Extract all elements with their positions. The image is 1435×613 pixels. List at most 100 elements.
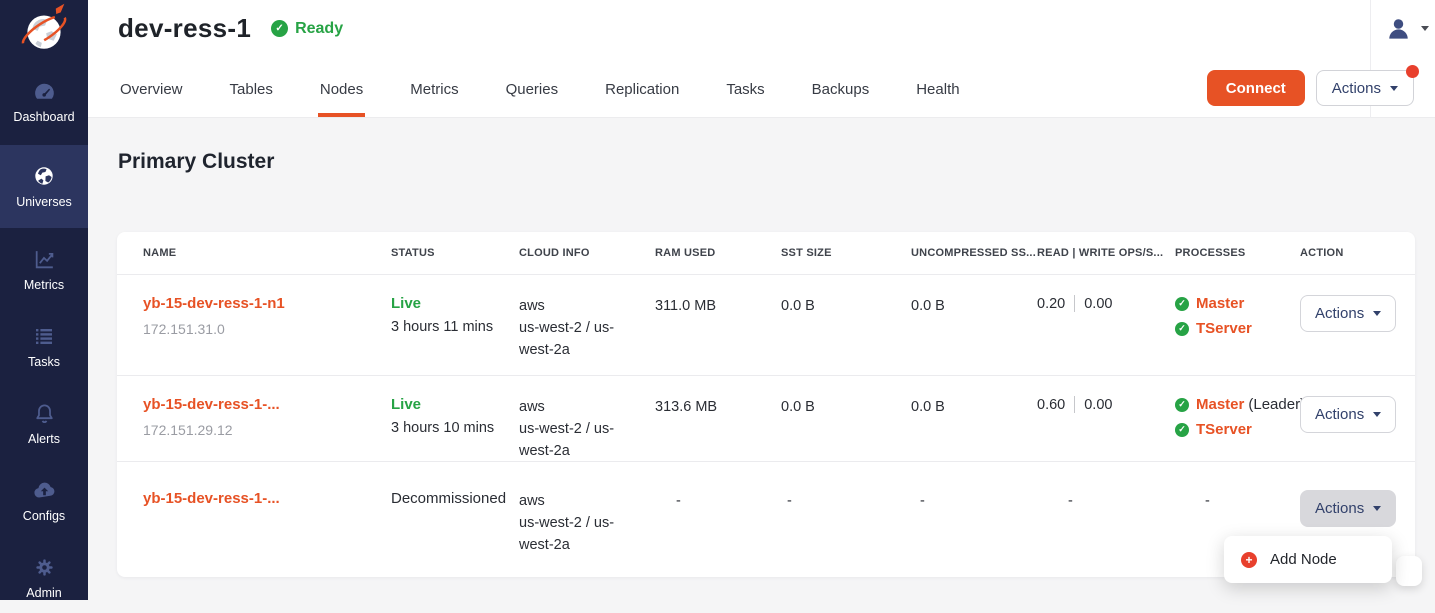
table-row: yb-15-dev-ress-1-n1 172.151.31.0 Live 3 … [117,274,1415,375]
sidebar-item-alerts[interactable]: Alerts [0,388,88,459]
tab-tasks[interactable]: Tasks [724,71,766,117]
column-header-status: STATUS [391,247,519,259]
node-ip: 172.151.29.12 [143,422,391,438]
node-uptime: 3 hours 10 mins [391,420,519,436]
plus-circle-icon [1241,552,1257,568]
check-circle-icon [271,20,288,37]
cloud-provider: aws [519,490,625,512]
column-header-ram-used: RAM USED [655,247,781,259]
uncompressed-value: 0.0 B [911,295,1037,317]
cloud-region: us-west-2 / us-west-2a [519,418,625,462]
tab-overview[interactable]: Overview [118,71,185,117]
sidebar-item-admin[interactable]: Admin [0,542,88,613]
cloud-region: us-west-2 / us-west-2a [519,317,625,361]
process-tserver-link[interactable]: TServer [1196,320,1252,337]
tab-nodes[interactable]: Nodes [318,71,365,117]
read-ops-value: 0.20 [1037,296,1065,312]
value-divider [1074,295,1075,312]
process-tserver-link[interactable]: TServer [1196,421,1252,438]
uncompressed-value: - [911,490,1037,512]
process-leader-suffix: (Leader) [1248,396,1305,413]
node-actions-label: Actions [1315,406,1364,423]
tab-health[interactable]: Health [914,71,961,117]
column-header-read-write: READ | WRITE OPS/S... [1037,247,1175,259]
cloud-provider: aws [519,295,625,317]
node-actions-label: Actions [1315,500,1364,517]
node-actions-label: Actions [1315,305,1364,322]
node-status: Decommissioned [391,490,519,507]
tab-metrics[interactable]: Metrics [408,71,460,117]
menu-item-add-node[interactable]: Add Node [1224,544,1392,575]
node-name-link[interactable]: yb-15-dev-ress-1-... [143,490,391,507]
user-menu[interactable] [1385,15,1429,42]
node-actions-button[interactable]: Actions [1300,396,1396,433]
page-title: dev-ress-1 [118,13,251,44]
sidebar-item-label: Tasks [28,355,60,369]
node-uptime: 3 hours 11 mins [391,319,519,335]
processes-cell: - [1175,490,1300,512]
read-write-ops: 0.20 0.00 [1037,295,1175,312]
sidebar-item-configs[interactable]: Configs [0,465,88,536]
check-circle-icon [1175,398,1189,412]
globe-icon [32,164,56,188]
menu-item-label: Add Node [1270,551,1337,568]
processes-cell: Master TServer [1175,295,1300,345]
check-circle-icon [1175,322,1189,336]
write-ops-value: 0.00 [1084,397,1112,413]
read-write-ops: - [1037,490,1175,512]
sidebar: Dashboard Universes Metrics [0,0,88,600]
node-actions-button[interactable]: Actions [1300,295,1396,332]
header-buttons: Connect Actions [1207,70,1414,106]
node-name-link[interactable]: yb-15-dev-ress-1-... [143,396,391,413]
tab-bar: Overview Tables Nodes Metrics Queries Re… [118,71,962,117]
planet-rocket-icon [14,0,74,60]
user-avatar-icon [1385,15,1412,42]
ram-used-value: 311.0 MB [655,295,781,317]
node-ip: 172.151.31.0 [143,321,391,337]
chevron-down-icon [1390,86,1398,91]
nodes-table-card: NAME STATUS CLOUD INFO RAM USED SST SIZE… [117,232,1415,577]
table-row: yb-15-dev-ress-1-... Decommissioned aws … [117,461,1415,577]
list-icon [32,324,56,348]
node-status: Live [391,396,519,413]
tab-queries[interactable]: Queries [504,71,561,117]
title-row: dev-ress-1 Ready [118,13,343,44]
sst-size-value: - [781,490,911,512]
gauge-icon [32,79,57,103]
sidebar-item-label: Configs [23,509,65,523]
tab-replication[interactable]: Replication [603,71,681,117]
column-header-action: ACTION [1300,247,1393,259]
column-header-name: NAME [143,247,391,259]
sidebar-item-label: Metrics [24,278,64,292]
sidebar-item-label: Admin [26,586,61,600]
node-name-link[interactable]: yb-15-dev-ress-1-n1 [143,295,391,312]
check-circle-icon [1175,297,1189,311]
connect-button[interactable]: Connect [1207,70,1305,106]
yugabyte-logo[interactable] [0,0,88,60]
table-row: yb-15-dev-ress-1-... 172.151.29.12 Live … [117,375,1415,461]
chart-line-icon [32,247,57,271]
status-badge-label: Ready [295,20,343,38]
sst-size-value: 0.0 B [781,295,911,317]
process-master-link[interactable]: Master [1196,396,1244,413]
write-ops-value: 0.00 [1084,296,1112,312]
chevron-down-icon [1373,506,1381,511]
tab-tables[interactable]: Tables [228,71,275,117]
sidebar-item-universes[interactable]: Universes [0,145,88,228]
bell-icon [32,401,57,425]
tab-backups[interactable]: Backups [810,71,872,117]
dropdown-shadow-panel [1396,556,1422,586]
process-master-link[interactable]: Master [1196,295,1244,312]
sidebar-item-label: Alerts [28,432,60,446]
sidebar-item-tasks[interactable]: Tasks [0,311,88,382]
check-circle-icon [1175,423,1189,437]
universe-actions-button[interactable]: Actions [1316,70,1414,106]
universe-actions-label: Actions [1332,80,1381,97]
column-header-processes: PROCESSES [1175,247,1300,259]
sidebar-item-dashboard[interactable]: Dashboard [0,66,88,137]
read-ops-value: 0.60 [1037,397,1065,413]
value-divider [1074,396,1075,413]
node-actions-button-open[interactable]: Actions [1300,490,1396,527]
uncompressed-value: 0.0 B [911,396,1037,418]
sidebar-item-metrics[interactable]: Metrics [0,234,88,305]
